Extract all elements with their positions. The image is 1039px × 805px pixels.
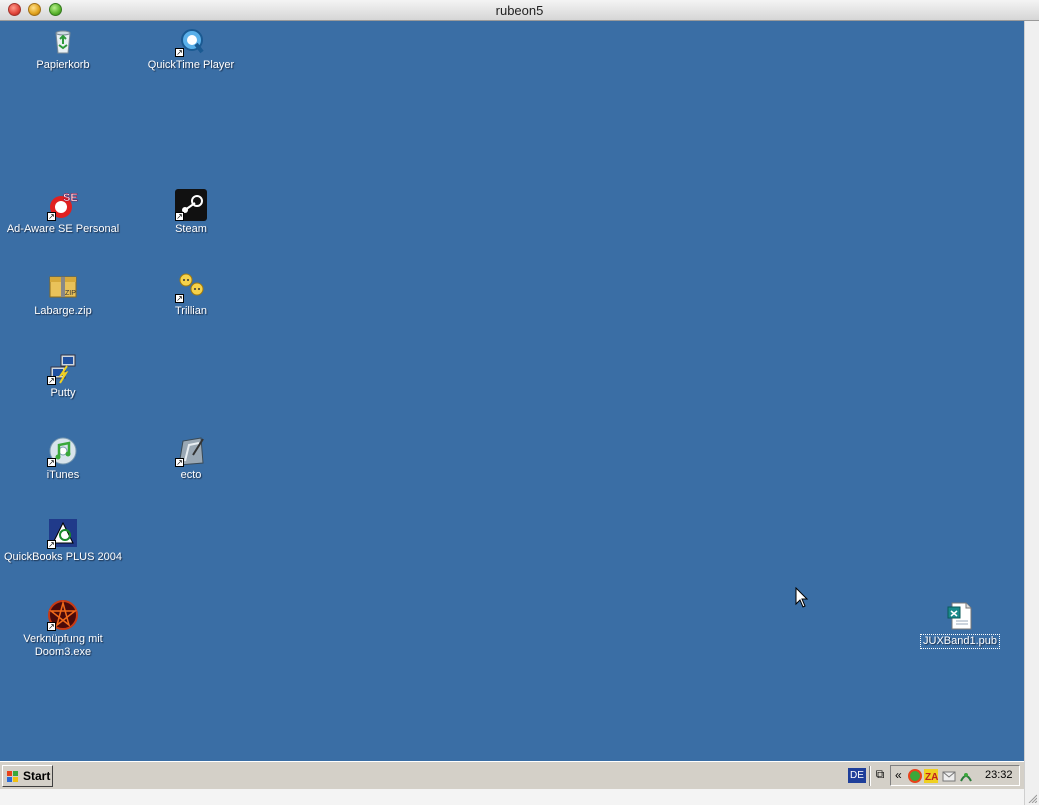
show-hidden-icons-button[interactable]: « [895,768,902,782]
desktop[interactable]: Papierkorb ↗ QuickTime Player SE ↗ Ad-Aw… [0,21,1024,761]
shortcut-arrow-icon: ↗ [47,376,56,385]
recycle-bin-icon [47,25,79,57]
svg-text:ZIP: ZIP [65,290,76,297]
doom3-icon: ↗ [47,599,79,631]
shortcut-arrow-icon: ↗ [175,294,184,303]
desktop-icon-steam[interactable]: ↗ Steam [131,189,251,236]
desktop-icon-juxband1-pub[interactable]: JUXBand1.pub [900,599,1020,649]
windows-flag-icon [7,771,19,782]
taskbar: Start DE ⧉ « ZA 23:32 [0,761,1024,789]
window-right-edge [1024,21,1039,805]
shortcut-arrow-icon: ↗ [175,48,184,57]
network-tray-icon[interactable] [959,769,973,783]
adaware-icon: SE ↗ [47,189,79,221]
desktop-icon-doom3[interactable]: ↗ Verknüpfung mit Doom3.exe [3,599,123,659]
desktop-icon-labarge-zip[interactable]: ZIP Labarge.zip [3,271,123,318]
shortcut-arrow-icon: ↗ [47,540,56,549]
window-bottom-edge [0,789,1024,805]
trillian-icon: ↗ [175,271,207,303]
desktop-icon-adaware[interactable]: SE ↗ Ad-Aware SE Personal [3,189,123,236]
putty-icon: ↗ [47,353,79,385]
desktop-icon-itunes[interactable]: ↗ iTunes [3,435,123,482]
ecto-icon: ↗ [175,435,207,467]
desktop-icon-ecto[interactable]: ↗ ecto [131,435,251,482]
svg-text:SE: SE [63,192,78,204]
taskbar-separator [869,766,871,786]
quicktime-icon: ↗ [175,25,207,57]
clock[interactable]: 23:32 [985,769,1013,781]
zip-icon: ZIP [47,271,79,303]
window-title: rubeon5 [495,3,544,18]
language-indicator[interactable]: DE [848,768,866,783]
desktop-icon-putty[interactable]: ↗ Putty [3,353,123,400]
desktop-icon-papierkorb[interactable]: Papierkorb [3,25,123,72]
zonealarm-tray-icon[interactable]: ZA [924,769,938,783]
publisher-file-icon [944,599,976,631]
shortcut-arrow-icon: ↗ [47,458,56,467]
shortcut-arrow-icon: ↗ [175,458,184,467]
system-tray: « ZA 23:32 [890,765,1020,786]
itunes-icon: ↗ [47,435,79,467]
browser-tray-icon[interactable] [908,769,922,783]
shortcut-arrow-icon: ↗ [47,622,56,631]
desktop-icon-quicktime[interactable]: ↗ QuickTime Player [131,25,251,72]
start-button[interactable]: Start [2,765,53,787]
desktop-icon-quickbooks[interactable]: ↗ QuickBooks PLUS 2004 [3,517,123,564]
svg-text:ZA: ZA [925,772,938,783]
resize-grip-icon[interactable] [1027,793,1037,803]
steam-icon: ↗ [175,189,207,221]
mail-tray-icon[interactable] [942,769,956,783]
shortcut-arrow-icon: ↗ [47,212,56,221]
shortcut-arrow-icon: ↗ [175,212,184,221]
quickbooks-icon: ↗ [47,517,79,549]
restore-windows-icon[interactable]: ⧉ [874,767,886,782]
desktop-icon-trillian[interactable]: ↗ Trillian [131,271,251,318]
mouse-pointer-icon [795,587,809,608]
window-title-bar[interactable]: rubeon5 [0,0,1039,21]
